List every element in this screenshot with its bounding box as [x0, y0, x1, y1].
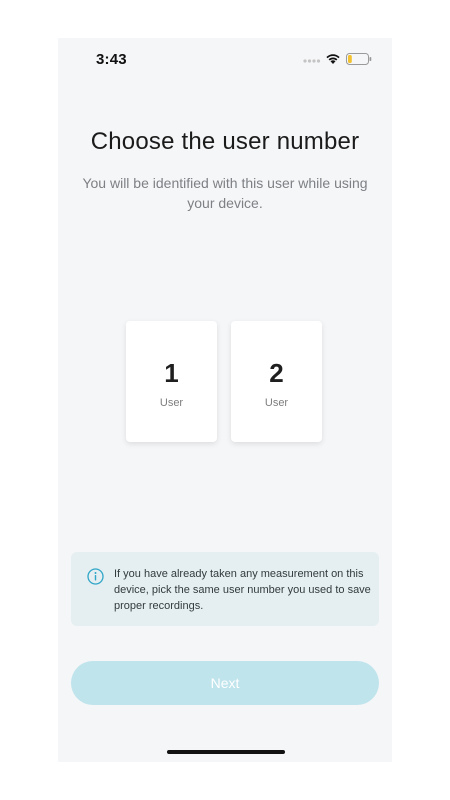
status-time: 3:43 — [96, 51, 127, 68]
info-box: If you have already taken any measuremen… — [71, 552, 379, 626]
status-bar: 3:43 — [58, 38, 392, 82]
user-card-1[interactable]: 1 User — [126, 321, 217, 442]
user-card-2[interactable]: 2 User — [231, 321, 322, 442]
screen: 3:43 Choose the user number You will be … — [58, 38, 392, 762]
page-subtitle: You will be identified with this user wh… — [82, 175, 368, 211]
info-text: If you have already taken any measuremen… — [114, 568, 371, 612]
next-button[interactable]: Next — [71, 661, 379, 705]
home-indicator — [167, 750, 285, 754]
battery-icon — [346, 53, 372, 65]
user-label: User — [159, 397, 184, 409]
user-label: User — [264, 397, 289, 409]
info-icon — [87, 568, 104, 585]
wifi-icon — [326, 54, 340, 64]
signal-dots-icon — [303, 59, 321, 63]
user-number: 1 — [164, 358, 179, 388]
user-number: 2 — [269, 358, 284, 388]
page-title: Choose the user number — [90, 128, 360, 155]
